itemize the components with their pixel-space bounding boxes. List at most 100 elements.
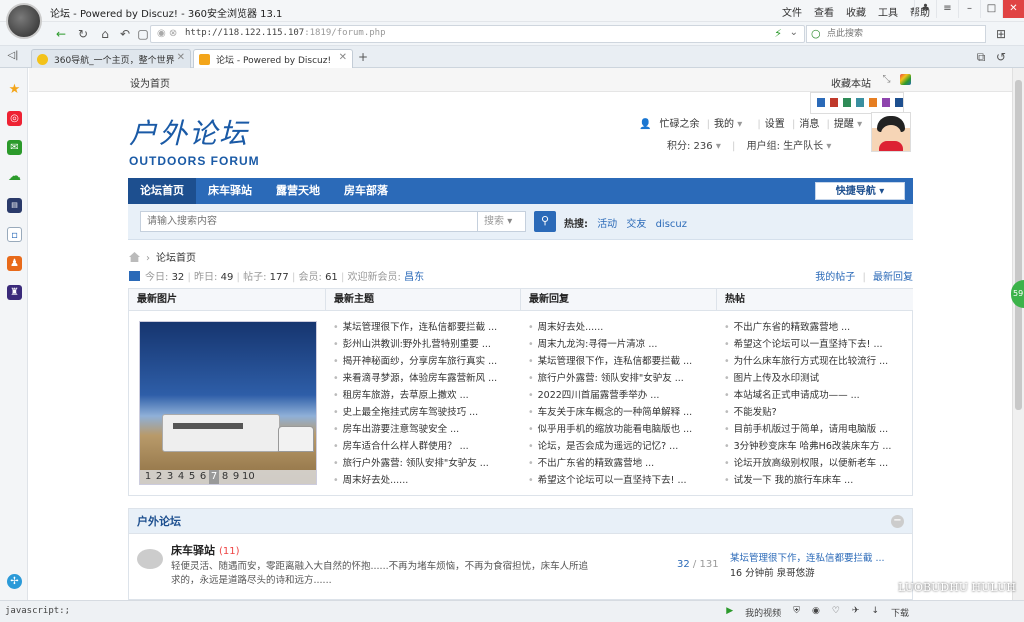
forum-search-input[interactable] — [141, 212, 471, 231]
set-homepage-link[interactable]: 设为首页 — [130, 75, 170, 90]
list-item[interactable]: 某坛管理很下作，连私信都要拦截 ... — [528, 353, 706, 370]
browser-search-box[interactable]: ○ — [806, 25, 986, 43]
maximize-icon[interactable]: □ — [980, 0, 1002, 18]
list-item[interactable]: 房车适合什么样人群使用？ ... — [333, 438, 511, 455]
last-post-link[interactable]: 某坛管理很下作，连私信都要拦截 ... — [730, 551, 908, 566]
list-item[interactable]: 某坛管理很下作，连私信都要拦截 ... — [333, 319, 511, 336]
download-icon[interactable]: ↓ — [871, 606, 879, 619]
search-engine-icon[interactable]: ○ — [811, 27, 821, 40]
close-icon[interactable]: ✕ — [1002, 0, 1024, 18]
home-icon[interactable]: ⌂ — [96, 25, 114, 43]
avatar[interactable] — [871, 112, 911, 152]
list-item[interactable]: 来看滴寻梦源，体验房车露营新风 ... — [333, 370, 511, 387]
theme-swatch[interactable] — [856, 98, 864, 107]
speed-icon[interactable]: ⚡ — [774, 27, 782, 40]
sidebar-toggle-icon[interactable]: ◁| — [4, 47, 22, 65]
skin-icon[interactable]: ♣ — [914, 0, 936, 18]
list-item[interactable]: 不出广东省的精致露营地 ... — [528, 455, 706, 472]
photo-page-number[interactable]: 8 — [220, 470, 230, 484]
settings-icon[interactable]: ✢ — [7, 574, 22, 589]
list-item[interactable]: 目前手机版过于简单，请用电脑版 ... — [724, 421, 902, 438]
list-item[interactable]: 史上最全拖挂式房车驾驶技巧 ... — [333, 404, 511, 421]
list-item[interactable]: 车友关于床车概念的一种简单解释 ... — [528, 404, 706, 421]
theme-swatch[interactable] — [869, 98, 877, 107]
my-menu-link[interactable]: 我的 — [714, 119, 734, 130]
list-item[interactable]: 旅行户外露营: 领队安排"女驴友 ... — [528, 370, 706, 387]
my-posts-link[interactable]: 我的帖子 — [815, 272, 855, 283]
search-button[interactable]: ⚲ — [534, 211, 556, 232]
eye-icon[interactable]: ◉ — [812, 606, 820, 619]
list-item[interactable]: 房车出游要注意驾驶安全 ... — [333, 421, 511, 438]
quick-nav-button[interactable]: 快捷导航 ▾ — [815, 182, 905, 200]
list-item[interactable]: 论坛，是否会成为遥远的记忆? ... — [528, 438, 706, 455]
video-icon[interactable]: ▶ — [726, 606, 733, 619]
game2-icon[interactable]: ♜ — [7, 285, 22, 300]
user-group-link[interactable]: 用户组: 生产队长 — [747, 141, 824, 152]
shield-icon[interactable]: ⛨ — [793, 606, 800, 619]
theme-swatch[interactable] — [843, 98, 851, 107]
game-icon[interactable]: ♟ — [7, 256, 22, 271]
hot-search-link[interactable]: discuz — [656, 219, 687, 230]
heart-icon[interactable]: ♡ — [832, 606, 840, 619]
theme-swatch[interactable] — [882, 98, 890, 107]
username-link[interactable]: 忙碌之余 — [659, 119, 699, 130]
scrollbar-thumb[interactable] — [1015, 80, 1022, 410]
menu-view[interactable]: 查看 — [814, 4, 834, 19]
list-item[interactable]: 为什么床车旅行方式现在比较流行 ... — [724, 353, 902, 370]
minimize-icon[interactable]: – — [958, 0, 980, 18]
forum-logo[interactable]: 户外论坛 OUTDOORS FORUM — [129, 112, 260, 168]
fullscreen-icon[interactable]: ⤡ — [881, 74, 892, 85]
hot-search-link[interactable]: 交友 — [626, 219, 646, 230]
list-item[interactable]: 图片上传及水印测试 — [724, 370, 902, 387]
refresh-icon[interactable]: ↻ — [74, 25, 92, 43]
tab-close-icon[interactable]: ✕ — [177, 52, 185, 63]
hot-search-link[interactable]: 活动 — [597, 219, 617, 230]
featured-photo[interactable]: 1 2 3 4 5 6 7 8 9 10 — [139, 321, 317, 485]
nav-forum-home[interactable]: 论坛首页 — [128, 178, 196, 204]
browser-search-input[interactable] — [827, 26, 977, 42]
extensions-icon[interactable]: ⊞ — [992, 25, 1010, 43]
pin-icon[interactable]: ✈ — [852, 606, 860, 619]
page-scrollbar[interactable] — [1012, 68, 1024, 600]
list-item[interactable]: 希望这个论坛可以一直坚持下去! ... — [528, 472, 706, 489]
list-item[interactable]: 揭开神秘面纱，分享房车旅行真实 ... — [333, 353, 511, 370]
nav-camping[interactable]: 露营天地 — [264, 178, 332, 204]
theme-swatch[interactable] — [830, 98, 838, 107]
list-item[interactable]: 周末好去处...... — [528, 319, 706, 336]
cloud-icon[interactable]: ☁ — [7, 169, 22, 184]
search-type-select[interactable]: 搜索 ▾ — [478, 211, 526, 232]
nav-rv[interactable]: 房车部落 — [332, 178, 400, 204]
list-item[interactable]: 周末九龙沟:寻得一片清凉 ... — [528, 336, 706, 353]
settings-link[interactable]: 设置 — [765, 119, 785, 130]
list-item[interactable]: 周末好去处...... — [333, 472, 511, 489]
photo-page-number[interactable]: 10 — [242, 470, 255, 484]
category-title[interactable]: 户外论坛 — [137, 515, 181, 528]
theme-swatch[interactable] — [817, 98, 825, 107]
photo-page-number[interactable]: 1 — [143, 470, 153, 484]
remind-link[interactable]: 提醒 — [834, 119, 854, 130]
my-video-link[interactable]: 我的视频 — [745, 606, 781, 619]
list-item[interactable]: 希望这个论坛可以一直坚持下去! ... — [724, 336, 902, 353]
forum-name-link[interactable]: 床车驿站 — [171, 544, 215, 557]
collapse-icon[interactable]: − — [891, 515, 904, 528]
list-item[interactable]: 彭州山洪教训:野外扎营特别重要 ... — [333, 336, 511, 353]
news-app-icon[interactable]: ▤ — [7, 198, 22, 213]
new-member-link[interactable]: 昌东 — [404, 272, 424, 283]
latest-reply-link[interactable]: 最新回复 — [873, 272, 913, 283]
undo-icon[interactable]: ↶ — [116, 25, 134, 43]
nav-bed-car[interactable]: 床车驿站 — [196, 178, 264, 204]
photo-page-number[interactable]: 4 — [176, 470, 186, 484]
tab-360-nav[interactable]: 360导航_一个主页，整个世界 ✕ — [31, 49, 191, 68]
favorites-star-icon[interactable]: ★ — [7, 82, 22, 97]
list-item[interactable]: 租房车旅游，去草原上撒欢 ... — [333, 387, 511, 404]
list-item[interactable]: 不出广东省的精致露营地 ... — [724, 319, 902, 336]
browser-user-avatar[interactable] — [6, 3, 42, 39]
url-field[interactable]: ◉ ⊗ http://118.122.115.107:1819/forum.ph… — [150, 25, 805, 43]
photo-page-number[interactable]: 2 — [154, 470, 164, 484]
list-item[interactable]: 试发一下 我的旅行车床车 ... — [724, 472, 902, 489]
color-theme-icon[interactable] — [900, 74, 911, 85]
download-link[interactable]: 下载 — [891, 606, 909, 619]
mail-icon[interactable]: ✉ — [7, 140, 22, 155]
list-item[interactable]: 旅行户外露营: 领队安排"女驴友 ... — [333, 455, 511, 472]
menu-favorites[interactable]: 收藏 — [846, 4, 866, 19]
